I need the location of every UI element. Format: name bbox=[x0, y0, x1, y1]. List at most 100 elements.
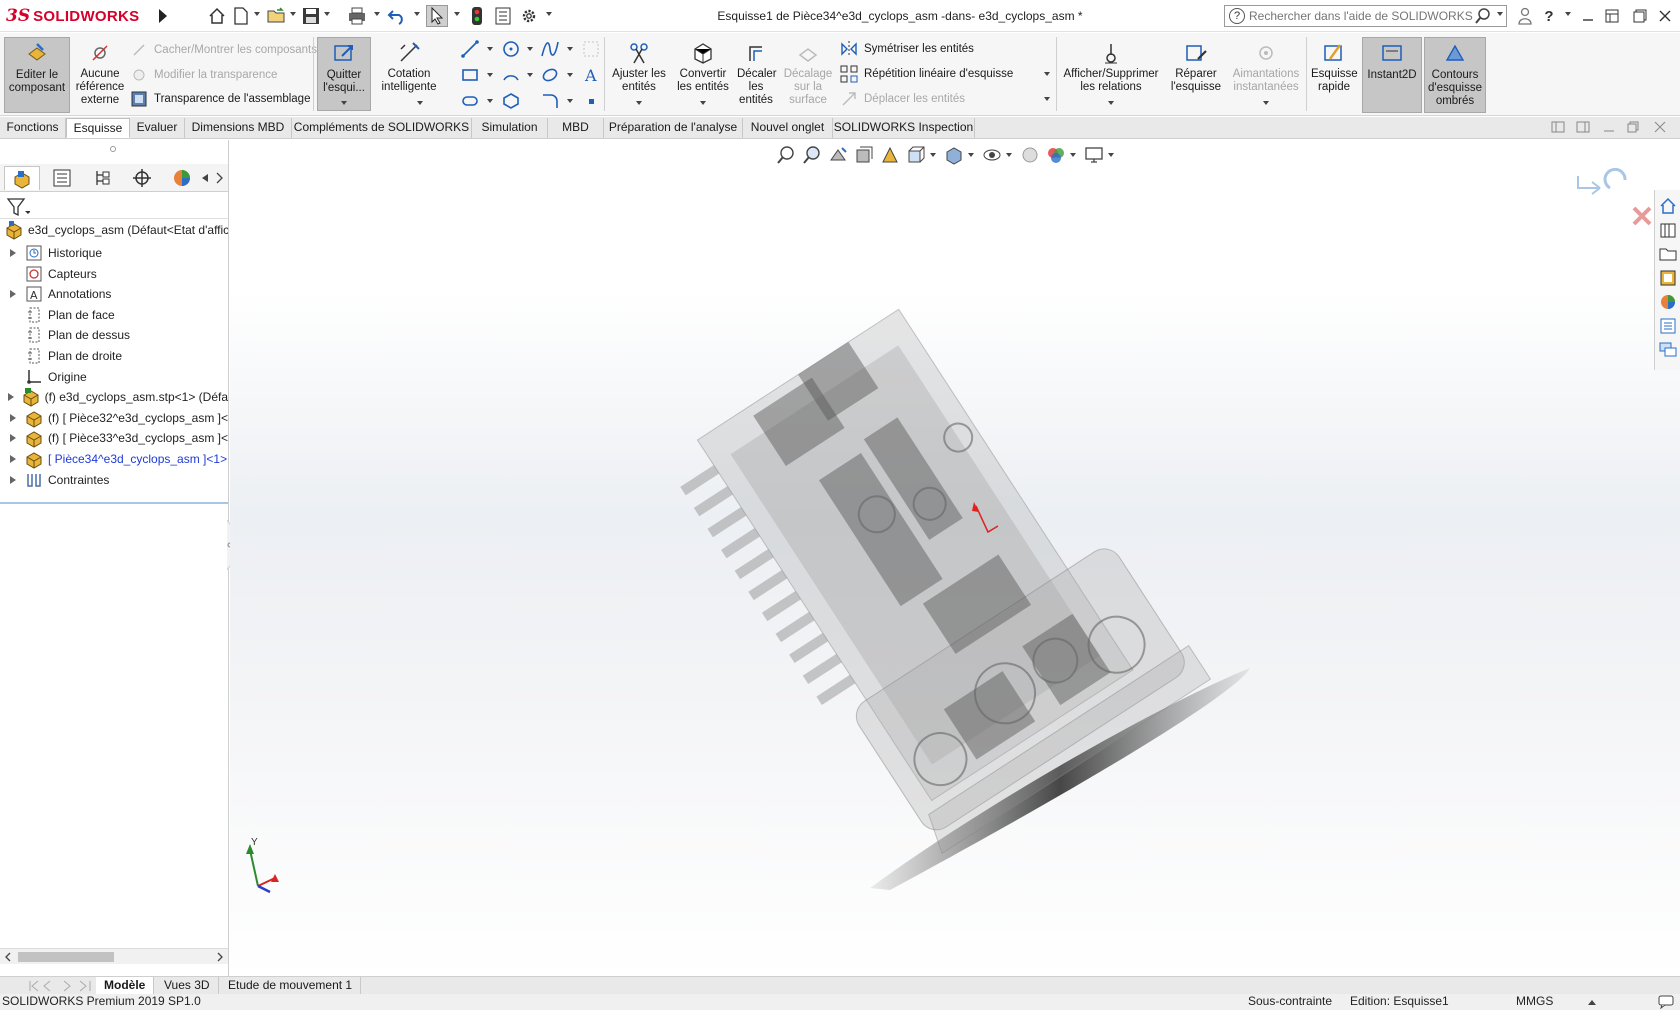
new-document-icon[interactable] bbox=[230, 5, 252, 27]
expand-arrow-icon[interactable] bbox=[6, 246, 20, 260]
edit-appearance-icon[interactable] bbox=[1018, 144, 1042, 166]
relations-dropdown-icon[interactable] bbox=[1108, 101, 1114, 105]
view-orientation-dropdown-icon[interactable] bbox=[930, 153, 936, 157]
help-dropdown-icon[interactable] bbox=[1565, 12, 1571, 16]
exit-sketch-dropdown-icon[interactable] bbox=[341, 101, 347, 105]
minimize-icon[interactable] bbox=[1578, 6, 1598, 26]
exit-sketch-button[interactable]: Quitter l'esqui... bbox=[317, 37, 371, 111]
move-entities-item[interactable]: Déplacer les entités bbox=[840, 89, 965, 109]
select-cursor-icon[interactable] bbox=[426, 5, 448, 27]
edit-component-button[interactable]: Editer le composant bbox=[4, 37, 70, 113]
print-dropdown-icon[interactable] bbox=[374, 12, 380, 16]
property-manager-icon[interactable] bbox=[44, 166, 80, 190]
point-icon[interactable] bbox=[580, 90, 602, 112]
hide-show-dropdown-icon[interactable] bbox=[1006, 153, 1012, 157]
solidworks-logo[interactable]: 3S SOLIDWORKS bbox=[6, 4, 154, 28]
fillet-dropdown-icon[interactable] bbox=[567, 99, 573, 103]
apply-scene-icon[interactable] bbox=[1044, 144, 1068, 166]
doc-minimize-icon[interactable] bbox=[1599, 117, 1619, 137]
scrollbar-thumb[interactable] bbox=[18, 952, 114, 962]
tab-evaluer[interactable]: Evaluer bbox=[130, 118, 185, 138]
smart-dimension-dropdown-icon[interactable] bbox=[417, 101, 423, 105]
tree-item[interactable]: (f) [ Pièce32^e3d_cyclops_asm ]< bbox=[6, 407, 228, 429]
ellipse-icon[interactable] bbox=[539, 64, 561, 86]
tree-item[interactable]: Plan de dessus bbox=[6, 324, 228, 346]
print-icon[interactable] bbox=[346, 5, 368, 27]
help-search-input[interactable] bbox=[1249, 9, 1474, 23]
zoom-to-fit-icon[interactable] bbox=[774, 144, 798, 166]
doc-restore-icon[interactable] bbox=[1623, 117, 1643, 137]
tree-item[interactable]: Capteurs bbox=[6, 263, 228, 285]
tab-modele[interactable]: Modèle bbox=[96, 977, 155, 995]
assembly-model-view[interactable] bbox=[230, 140, 1680, 976]
tab-motion-study[interactable]: Etude de mouvement 1 bbox=[220, 977, 362, 995]
tree-root-assembly[interactable]: e3d_cyclops_asm (Défaut<Etat d'affic bbox=[4, 220, 228, 240]
expand-arrow-icon[interactable] bbox=[6, 287, 20, 301]
expand-arrow-icon[interactable] bbox=[6, 473, 20, 487]
display-style-icon[interactable] bbox=[942, 144, 966, 166]
line-dropdown-icon[interactable] bbox=[487, 47, 493, 51]
tab-esquisse[interactable]: Esquisse bbox=[66, 118, 130, 138]
tree-item[interactable]: Plan de droite bbox=[6, 345, 228, 367]
line-icon[interactable] bbox=[459, 38, 481, 60]
save-icon[interactable] bbox=[300, 5, 322, 27]
scroll-right-icon[interactable] bbox=[216, 952, 224, 962]
view-orientation-icon[interactable] bbox=[904, 144, 928, 166]
dimxpert-manager-icon[interactable] bbox=[124, 166, 160, 190]
cancel-sketch-corner-icon[interactable] bbox=[1632, 206, 1652, 226]
confirmation-corner[interactable] bbox=[1577, 167, 1652, 226]
file-explorer-icon[interactable] bbox=[1658, 244, 1678, 264]
maximize-icon[interactable] bbox=[1630, 6, 1650, 26]
pane-grip-icon[interactable] bbox=[110, 146, 116, 152]
tile-right-icon[interactable] bbox=[1573, 117, 1593, 137]
expand-arrow-icon[interactable] bbox=[6, 411, 20, 425]
arc-dropdown-icon[interactable] bbox=[527, 73, 533, 77]
tab-vues-3d[interactable]: Vues 3D bbox=[156, 977, 219, 995]
help-button[interactable]: ? bbox=[1539, 6, 1559, 26]
linear-pattern-dropdown-icon[interactable] bbox=[1044, 72, 1050, 76]
tree-item[interactable]: [ Pièce34^e3d_cyclops_asm ]<1> bbox=[6, 448, 228, 470]
modify-transparency-item[interactable]: Modifier la transparence bbox=[130, 65, 277, 85]
rapid-sketch-button[interactable]: Esquisse rapide bbox=[1310, 37, 1358, 113]
assembly-transparency-item[interactable]: Transparence de l'assemblage bbox=[130, 89, 310, 109]
tab-dimensions-mbd[interactable]: Dimensions MBD bbox=[185, 118, 292, 138]
scroll-left-icon[interactable] bbox=[4, 952, 12, 962]
fillet-icon[interactable] bbox=[539, 90, 561, 112]
units-selector[interactable]: MMGS bbox=[1516, 994, 1553, 1009]
tile-left-icon[interactable] bbox=[1548, 117, 1568, 137]
trim-dropdown-icon[interactable] bbox=[636, 101, 642, 105]
doc-close-icon[interactable] bbox=[1650, 117, 1670, 137]
filter-icon[interactable] bbox=[6, 196, 31, 218]
units-up-icon[interactable] bbox=[1587, 997, 1597, 1007]
surface-sketch-icon[interactable] bbox=[580, 38, 602, 60]
display-manager-icon[interactable] bbox=[164, 166, 200, 190]
save-dropdown-icon[interactable] bbox=[324, 12, 330, 16]
tree-item[interactable]: Contraintes bbox=[6, 469, 228, 491]
rebuild-traffic-light-icon[interactable] bbox=[466, 5, 488, 27]
convert-dropdown-icon[interactable] bbox=[700, 101, 706, 105]
tree-item[interactable]: (f) e3d_cyclops_asm.stp<1> (Défa bbox=[6, 386, 228, 408]
ellipse-dropdown-icon[interactable] bbox=[567, 73, 573, 77]
file-properties-icon[interactable] bbox=[492, 5, 514, 27]
new-dropdown-icon[interactable] bbox=[254, 12, 260, 16]
tree-item[interactable]: Historique bbox=[6, 242, 228, 264]
expand-arrow-icon[interactable] bbox=[6, 452, 20, 466]
spline-icon[interactable] bbox=[539, 38, 561, 60]
select-dropdown-icon[interactable] bbox=[454, 12, 460, 16]
appearances-icon[interactable] bbox=[1658, 292, 1678, 312]
horizontal-scrollbar[interactable] bbox=[0, 948, 228, 964]
featuremanager-tree-icon[interactable] bbox=[4, 166, 40, 190]
circle-icon[interactable] bbox=[500, 38, 522, 60]
tree-item[interactable]: Origine bbox=[6, 366, 228, 388]
search-dropdown-icon[interactable] bbox=[1497, 12, 1503, 16]
tab-mbd[interactable]: MBD bbox=[548, 118, 604, 138]
tooltip-chat-icon[interactable] bbox=[1658, 995, 1674, 1009]
previous-view-icon[interactable] bbox=[826, 144, 850, 166]
apply-scene-dropdown-icon[interactable] bbox=[1070, 153, 1076, 157]
restore-window-icon[interactable] bbox=[1602, 6, 1622, 26]
tab-simulation[interactable]: Simulation bbox=[472, 118, 548, 138]
graphics-area[interactable]: Y bbox=[230, 140, 1680, 976]
exit-sketch-corner-icon[interactable] bbox=[1603, 167, 1627, 190]
arc-icon[interactable] bbox=[500, 64, 522, 86]
solidworks-resources-icon[interactable] bbox=[1658, 196, 1678, 216]
